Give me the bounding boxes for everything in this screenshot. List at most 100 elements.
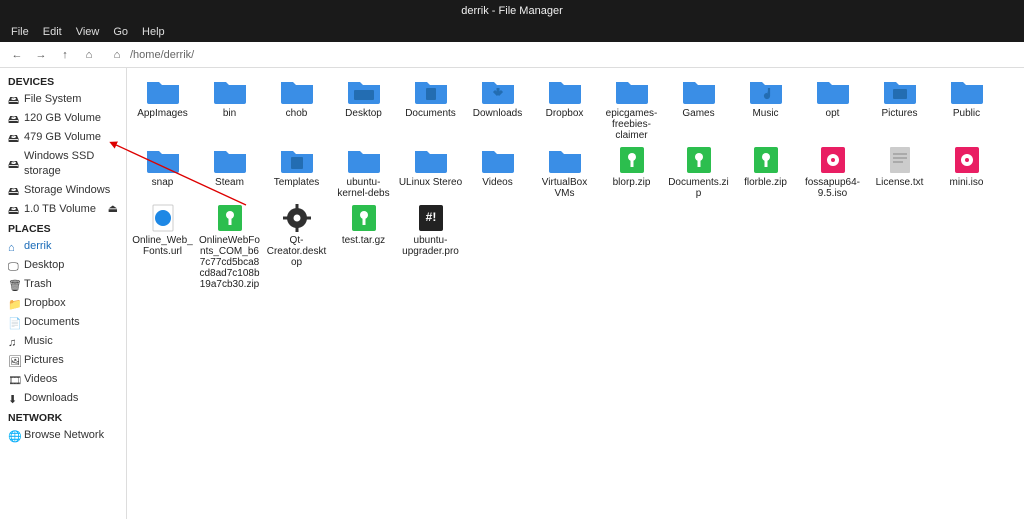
sidebar-item[interactable]: 🖴 479 GB Volume	[0, 128, 126, 147]
file-item[interactable]: Templates	[263, 145, 330, 199]
sidebar-item[interactable]: 🖴Storage Windows	[0, 181, 126, 200]
file-item[interactable]: florble.zip	[732, 145, 799, 199]
folder-icon	[145, 145, 181, 175]
file-item[interactable]: License.txt	[866, 145, 933, 199]
iso-icon	[815, 145, 851, 175]
sidebar-item[interactable]: 🖴1.0 TB Volume⏏	[0, 200, 126, 219]
sidebar-item[interactable]: 🖼Pictures	[0, 351, 126, 370]
file-item[interactable]: Qt-Creator.desktop	[263, 203, 330, 290]
folder-icon	[480, 145, 516, 175]
file-label: Downloads	[473, 108, 522, 119]
sidebar-item[interactable]: 📄Documents	[0, 313, 126, 332]
window-title: derrik - File Manager	[0, 0, 1024, 22]
file-item[interactable]: Public	[933, 76, 1000, 141]
sidebar-item[interactable]: 🖴Windows SSD storage	[0, 147, 126, 181]
folder-icon	[279, 76, 315, 106]
sidebar-item[interactable]: 🖵Desktop	[0, 256, 126, 275]
file-item[interactable]: Dropbox	[531, 76, 598, 141]
file-label: AppImages	[137, 108, 188, 119]
file-item[interactable]: Games	[665, 76, 732, 141]
file-item[interactable]: ULinux Stereo	[397, 145, 464, 199]
sidebar-item-label: 479 GB Volume	[24, 130, 101, 145]
file-item[interactable]: bin	[196, 76, 263, 141]
sidebar-item[interactable]: 🖴File System	[0, 90, 126, 109]
file-label: ubuntu-upgrader.pro	[399, 235, 463, 257]
folder-icon	[547, 145, 583, 175]
pathbar[interactable]: ⌂ /home/derrik/	[108, 46, 194, 64]
menu-view[interactable]: View	[71, 22, 105, 42]
file-label: OnlineWebFonts_COM_b67c77cd5bca8cd8ad7c1…	[198, 235, 262, 290]
sidebar-item[interactable]: 🎞Videos	[0, 370, 126, 389]
file-item[interactable]: Videos	[464, 145, 531, 199]
sidebar-item-icon: 🖵	[8, 260, 20, 272]
file-item[interactable]: Documents.zip	[665, 145, 732, 199]
menu-help[interactable]: Help	[137, 22, 170, 42]
file-item[interactable]: Desktop	[330, 76, 397, 141]
zip-icon	[614, 145, 650, 175]
folder-icon	[212, 145, 248, 175]
sidebar-item-label: Documents	[24, 315, 80, 330]
menu-go[interactable]: Go	[108, 22, 133, 42]
file-label: ULinux Stereo	[399, 177, 462, 188]
file-label: fossapup64-9.5.iso	[801, 177, 865, 199]
sidebar-item-label: 1.0 TB Volume	[24, 202, 96, 217]
sidebar-item-icon: ⌂	[8, 241, 20, 253]
file-label: Desktop	[345, 108, 382, 119]
up-button[interactable]: ↑	[56, 46, 74, 64]
file-item[interactable]: Documents	[397, 76, 464, 141]
sidebar-item[interactable]: 🖴120 GB Volume	[0, 109, 126, 128]
home-button[interactable]: ⌂	[80, 46, 98, 64]
forward-button[interactable]: →	[32, 46, 50, 64]
sidebar-item[interactable]: 📁Dropbox	[0, 294, 126, 313]
menu-edit[interactable]: Edit	[38, 22, 67, 42]
file-view[interactable]: AppImages binchob Desktop Documents Download…	[127, 68, 1024, 519]
sidebar-item-icon: 🌐	[8, 430, 20, 442]
file-item[interactable]: Music	[732, 76, 799, 141]
sidebar-item[interactable]: ⬇Downloads	[0, 389, 126, 408]
file-label: Documents	[405, 108, 456, 119]
zip-icon	[681, 145, 717, 175]
sidebar-item-icon: 🖴	[8, 158, 20, 170]
file-item[interactable]: ubuntu-kernel-debs	[330, 145, 397, 199]
file-item[interactable]: VirtualBox VMs	[531, 145, 598, 199]
eject-icon[interactable]: ⏏	[108, 202, 118, 217]
file-item[interactable]: blorp.zip	[598, 145, 665, 199]
file-item[interactable]: AppImages	[129, 76, 196, 141]
file-label: VirtualBox VMs	[533, 177, 597, 199]
file-label: Music	[752, 108, 778, 119]
menu-file[interactable]: File	[6, 22, 34, 42]
file-label: epicgames-freebies-claimer	[600, 108, 664, 141]
file-item[interactable]: Steam	[196, 145, 263, 199]
file-label: Documents.zip	[667, 177, 731, 199]
sidebar-item-icon: 🖴	[8, 185, 20, 197]
file-label: Steam	[215, 177, 244, 188]
file-item[interactable]: Downloads	[464, 76, 531, 141]
sidebar-item-label: 120 GB Volume	[24, 111, 101, 126]
sidebar-item[interactable]: ⌂derrik	[0, 237, 126, 256]
file-label: test.tar.gz	[342, 235, 385, 246]
folder-icon	[547, 76, 583, 106]
toolbar: ← → ↑ ⌂ ⌂ /home/derrik/	[0, 42, 1024, 68]
zip-icon	[212, 203, 248, 233]
url-icon	[145, 203, 181, 233]
sidebar-item[interactable]: ♫Music	[0, 332, 126, 351]
sidebar-item-icon: 🎞	[8, 374, 20, 386]
file-item[interactable]: fossapup64-9.5.iso	[799, 145, 866, 199]
file-item[interactable]: Pictures	[866, 76, 933, 141]
file-item[interactable]: test.tar.gz	[330, 203, 397, 290]
file-item[interactable]: ubuntu-upgrader.pro	[397, 203, 464, 290]
sidebar-item[interactable]: 🌐Browse Network	[0, 426, 126, 445]
file-item[interactable]: chob	[263, 76, 330, 141]
sidebar-item[interactable]: 🗑Trash	[0, 275, 126, 294]
file-label: ubuntu-kernel-debs	[332, 177, 396, 199]
sidebar-item-icon: 🖴	[8, 132, 20, 144]
file-item[interactable]: epicgames-freebies-claimer	[598, 76, 665, 141]
back-button[interactable]: ←	[8, 46, 26, 64]
iso-icon	[949, 145, 985, 175]
file-item[interactable]: Online_Web_Fonts.url	[129, 203, 196, 290]
file-item[interactable]: mini.iso	[933, 145, 1000, 199]
file-item[interactable]: snap	[129, 145, 196, 199]
sidebar: DEVICES🖴File System🖴120 GB Volume🖴479 GB…	[0, 68, 127, 519]
file-item[interactable]: OnlineWebFonts_COM_b67c77cd5bca8cd8ad7c1…	[196, 203, 263, 290]
file-item[interactable]: opt	[799, 76, 866, 141]
